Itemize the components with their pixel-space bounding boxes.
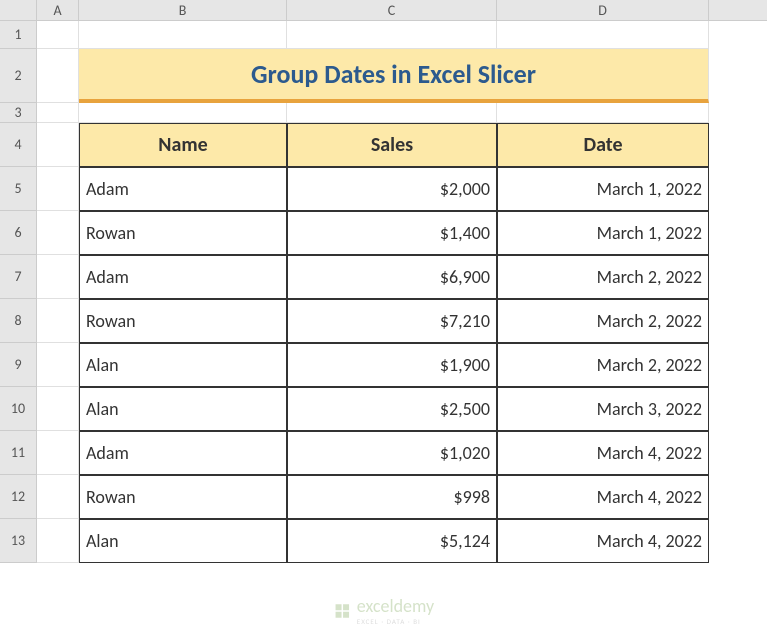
row-headers: 1 2 3 4 5 6 7 8 9 10 11 12 13: [0, 21, 37, 563]
cell-name[interactable]: Rowan: [79, 211, 287, 255]
cell-c1[interactable]: [287, 21, 497, 49]
watermark-tagline: EXCEL · DATA · BI: [357, 617, 434, 626]
cell-a6[interactable]: [37, 211, 79, 255]
cell-a7[interactable]: [37, 255, 79, 299]
cell-d1[interactable]: [497, 21, 709, 49]
row-header-1[interactable]: 1: [0, 21, 36, 49]
cell-date[interactable]: March 4, 2022: [497, 431, 709, 475]
row-header-5[interactable]: 5: [0, 167, 36, 211]
watermark: exceldemy EXCEL · DATA · BI: [333, 595, 434, 626]
cell-name[interactable]: Rowan: [79, 475, 287, 519]
cell-a9[interactable]: [37, 343, 79, 387]
cell-b3[interactable]: [79, 103, 287, 123]
spreadsheet-grid: Group Dates in Excel Slicer Name Sales D…: [37, 21, 767, 563]
cell-name[interactable]: Alan: [79, 343, 287, 387]
cell-date[interactable]: March 4, 2022: [497, 475, 709, 519]
cell-sales[interactable]: $2,500: [287, 387, 497, 431]
cell-date[interactable]: March 1, 2022: [497, 211, 709, 255]
cell-date[interactable]: March 2, 2022: [497, 255, 709, 299]
table-row: Adam $6,900 March 2, 2022: [37, 255, 767, 299]
cell-name[interactable]: Adam: [79, 167, 287, 211]
row-header-8[interactable]: 8: [0, 299, 36, 343]
cell-c3[interactable]: [287, 103, 497, 123]
cell-sales[interactable]: $7,210: [287, 299, 497, 343]
col-header-d[interactable]: D: [497, 0, 709, 20]
cell-a8[interactable]: [37, 299, 79, 343]
cell-a10[interactable]: [37, 387, 79, 431]
cell-sales[interactable]: $5,124: [287, 519, 497, 563]
row-header-9[interactable]: 9: [0, 343, 36, 387]
cell-date[interactable]: March 2, 2022: [497, 343, 709, 387]
row-header-12[interactable]: 12: [0, 475, 36, 519]
cell-sales[interactable]: $2,000: [287, 167, 497, 211]
row-header-13[interactable]: 13: [0, 519, 36, 563]
cell-a4[interactable]: [37, 123, 79, 167]
cell-date[interactable]: March 2, 2022: [497, 299, 709, 343]
table-row: Rowan $1,400 March 1, 2022: [37, 211, 767, 255]
table-row: Adam $1,020 March 4, 2022: [37, 431, 767, 475]
table-header-name[interactable]: Name: [79, 123, 287, 167]
cell-sales[interactable]: $1,020: [287, 431, 497, 475]
row-header-6[interactable]: 6: [0, 211, 36, 255]
table-row: Alan $1,900 March 2, 2022: [37, 343, 767, 387]
row-header-7[interactable]: 7: [0, 255, 36, 299]
cell-sales[interactable]: $998: [287, 475, 497, 519]
select-all-corner[interactable]: [0, 0, 37, 21]
cell-sales[interactable]: $1,900: [287, 343, 497, 387]
table-header-date[interactable]: Date: [497, 123, 709, 167]
cell-a3[interactable]: [37, 103, 79, 123]
page-title[interactable]: Group Dates in Excel Slicer: [79, 49, 709, 103]
cell-a12[interactable]: [37, 475, 79, 519]
logo-icon: [333, 602, 351, 620]
cell-sales[interactable]: $6,900: [287, 255, 497, 299]
cell-date[interactable]: March 1, 2022: [497, 167, 709, 211]
cell-name[interactable]: Alan: [79, 387, 287, 431]
cell-name[interactable]: Alan: [79, 519, 287, 563]
cell-a2[interactable]: [37, 49, 79, 103]
cell-a11[interactable]: [37, 431, 79, 475]
table-row: Alan $5,124 March 4, 2022: [37, 519, 767, 563]
cell-name[interactable]: Rowan: [79, 299, 287, 343]
cell-a13[interactable]: [37, 519, 79, 563]
table-row: Rowan $998 March 4, 2022: [37, 475, 767, 519]
row-header-2[interactable]: 2: [0, 49, 36, 103]
cell-sales[interactable]: $1,400: [287, 211, 497, 255]
cell-name[interactable]: Adam: [79, 431, 287, 475]
table-header-sales[interactable]: Sales: [287, 123, 497, 167]
row-header-10[interactable]: 10: [0, 387, 36, 431]
cell-date[interactable]: March 3, 2022: [497, 387, 709, 431]
row-header-11[interactable]: 11: [0, 431, 36, 475]
col-header-b[interactable]: B: [79, 0, 287, 20]
table-row: Adam $2,000 March 1, 2022: [37, 167, 767, 211]
col-header-a[interactable]: A: [37, 0, 79, 20]
watermark-brand: exceldemy: [357, 595, 434, 617]
cell-name[interactable]: Adam: [79, 255, 287, 299]
column-headers: A B C D: [37, 0, 767, 21]
table-row: Rowan $7,210 March 2, 2022: [37, 299, 767, 343]
cell-a1[interactable]: [37, 21, 79, 49]
cell-d3[interactable]: [497, 103, 709, 123]
cell-date[interactable]: March 4, 2022: [497, 519, 709, 563]
row-header-3[interactable]: 3: [0, 103, 36, 123]
row-header-4[interactable]: 4: [0, 123, 36, 167]
col-header-c[interactable]: C: [287, 0, 497, 20]
cell-b1[interactable]: [79, 21, 287, 49]
cell-a5[interactable]: [37, 167, 79, 211]
table-row: Alan $2,500 March 3, 2022: [37, 387, 767, 431]
